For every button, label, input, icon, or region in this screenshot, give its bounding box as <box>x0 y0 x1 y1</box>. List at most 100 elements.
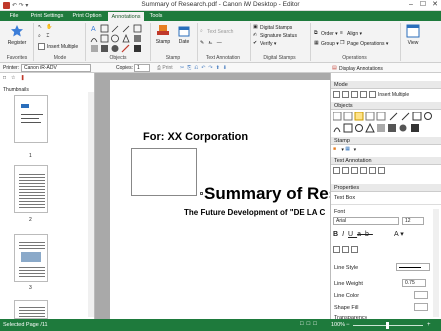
text-search-button[interactable]: ⌕ Text Search <box>200 28 233 35</box>
stamp-button[interactable]: Stamp <box>153 25 173 45</box>
signature-status-button[interactable]: ✍ Signature Status <box>253 32 297 39</box>
order-button[interactable]: ⧉ Order ▾ <box>314 30 338 37</box>
objects-tools-icon: A <box>90 24 142 53</box>
display-annotations-toggle[interactable]: ▤ Display Annotations <box>332 65 383 72</box>
pane-objects-icon <box>332 111 432 133</box>
pane-text-annotation-tools[interactable] <box>333 167 387 174</box>
stamp-label: Stamp <box>155 39 171 45</box>
thumbnail-page-3[interactable] <box>14 234 48 282</box>
mode-tools[interactable]: ↖ ✋ <box>38 24 53 31</box>
zoom-slider-thumb[interactable] <box>386 322 389 329</box>
thumb-image <box>21 252 41 262</box>
thumb-text-block <box>19 240 45 250</box>
shape-fill-label: Shape Fill <box>334 305 359 311</box>
insert-icon <box>369 167 376 174</box>
objects-section-title: Objects <box>331 102 441 110</box>
thumb-text-block <box>19 265 45 279</box>
page-operations-label: Page Operations <box>347 40 385 47</box>
text-align-buttons[interactable] <box>333 246 360 253</box>
signature-icon: ✍ <box>253 32 258 38</box>
register-button[interactable]: Register <box>6 24 28 46</box>
print-icon: ⎙ <box>157 65 162 71</box>
thumb-text-block <box>19 172 45 208</box>
tab-print-settings[interactable]: Print Settings <box>28 11 66 21</box>
pane-stamp-tools[interactable]: ■ ▾ ▦ ▾ <box>333 146 356 153</box>
ribbon-separator <box>250 23 251 61</box>
date-button[interactable]: Date <box>175 25 193 45</box>
text-search-label: Text Search <box>207 28 234 35</box>
view-mode-buttons[interactable]: □□□ <box>300 321 320 327</box>
properties-scrollbar[interactable] <box>433 209 439 317</box>
thumbnails-scrollbar[interactable] <box>88 92 94 317</box>
selection-handle[interactable] <box>200 192 203 195</box>
copies-field[interactable]: 1 <box>134 64 150 72</box>
note-icon <box>378 167 385 174</box>
tab-annotations[interactable]: Annotations <box>107 11 145 21</box>
align-right-icon <box>351 246 358 253</box>
thumbnail-page-4[interactable] <box>14 300 48 319</box>
view-button[interactable]: View <box>404 24 422 46</box>
pane-mode-tools[interactable]: Insert Multiple <box>333 91 409 98</box>
window-title: Summary of Research.pdf - Canon iW Deskt… <box>141 1 300 8</box>
view-icon <box>406 24 420 38</box>
digital-stamps-button[interactable]: ▣ Digital Stamps <box>253 24 292 31</box>
maximize-button[interactable]: ☐ <box>417 0 429 10</box>
text-select-icon: ⌶ <box>46 33 50 39</box>
ribbon-separator <box>150 23 151 61</box>
document-subheading: The Future Development of "DE LA C <box>184 208 326 217</box>
tab-print-option[interactable]: Print Option <box>68 11 106 21</box>
group-stamp-label: Stamp <box>165 55 181 61</box>
zoom-icon <box>351 91 358 98</box>
tab-file[interactable]: File <box>4 11 24 21</box>
pane-tabs[interactable]: □☆❚ <box>3 75 30 81</box>
objects-gallery[interactable]: A <box>89 24 147 54</box>
pane-objects-gallery[interactable] <box>332 111 439 136</box>
stamp-section-title: Stamp <box>331 137 441 145</box>
display-annotations-label: Display Annotations <box>339 65 383 72</box>
insert-multiple-button[interactable]: Insert Multiple <box>38 43 78 50</box>
properties-subtitle: Text Box <box>334 195 356 201</box>
print-label: Print <box>162 65 173 71</box>
font-size-select[interactable]: 12 <box>402 217 424 225</box>
tab-tools[interactable]: Tools <box>146 11 166 21</box>
thumbnail-page-1[interactable] <box>14 95 48 143</box>
line-style-preview <box>399 267 421 268</box>
zoom-in-button[interactable]: + <box>427 322 431 328</box>
text-annotation-tools[interactable]: ✎ ⎁ — <box>200 40 224 47</box>
page-operations-button[interactable]: ❐ Page Operations ▾ <box>340 40 388 47</box>
line-color-picker[interactable] <box>414 291 428 299</box>
star-icon <box>11 25 23 37</box>
selected-page-status: Selected Page /11 <box>3 322 48 328</box>
hand-icon: ✋ <box>46 24 53 30</box>
align-button[interactable]: ≡ Align ▾ <box>340 30 362 37</box>
zoom-out-button[interactable]: − <box>346 322 350 328</box>
shape-fill-picker[interactable] <box>414 303 428 311</box>
line-style-label: Line Style <box>334 265 359 271</box>
line-style-select[interactable] <box>396 263 430 271</box>
line-weight-field[interactable]: 0.75 <box>402 279 426 287</box>
minimize-button[interactable]: – <box>405 0 417 10</box>
print-button[interactable]: ⎙ Print <box>157 65 173 71</box>
thumbnail-number: 3 <box>29 285 32 291</box>
font-name-select[interactable]: Arial <box>333 217 399 225</box>
ribbon-separator <box>400 23 401 61</box>
thumbnail-page-2[interactable] <box>14 165 48 213</box>
verify-label: Verify <box>260 40 273 47</box>
edit-tools[interactable]: ✂⎘⎌↶↷⬆⬇ <box>180 65 230 71</box>
group-icon: ▦ <box>314 40 319 46</box>
group-button[interactable]: ▦ Group ▾ <box>314 40 339 47</box>
printer-select[interactable]: Canon iR-ADV <box>21 64 91 72</box>
text-box-annotation[interactable] <box>131 148 197 196</box>
font-color-button[interactable]: A ▾ <box>394 231 404 238</box>
font-style-buttons[interactable]: BIUab <box>333 231 373 238</box>
verify-button[interactable]: ✔ Verify ▾ <box>253 40 276 47</box>
thumb-text-block <box>19 305 45 317</box>
insert-multiple-icon <box>38 43 45 50</box>
text-select-icon <box>360 91 367 98</box>
calendar-icon: ▦ <box>345 146 351 152</box>
close-button[interactable]: ✕ <box>429 0 441 10</box>
line-weight-value: 0.75 <box>405 280 415 286</box>
calendar-icon <box>178 26 190 37</box>
align-left-icon <box>333 246 340 253</box>
mode-tools-2[interactable]: ⌕ ⌶ <box>38 33 53 40</box>
